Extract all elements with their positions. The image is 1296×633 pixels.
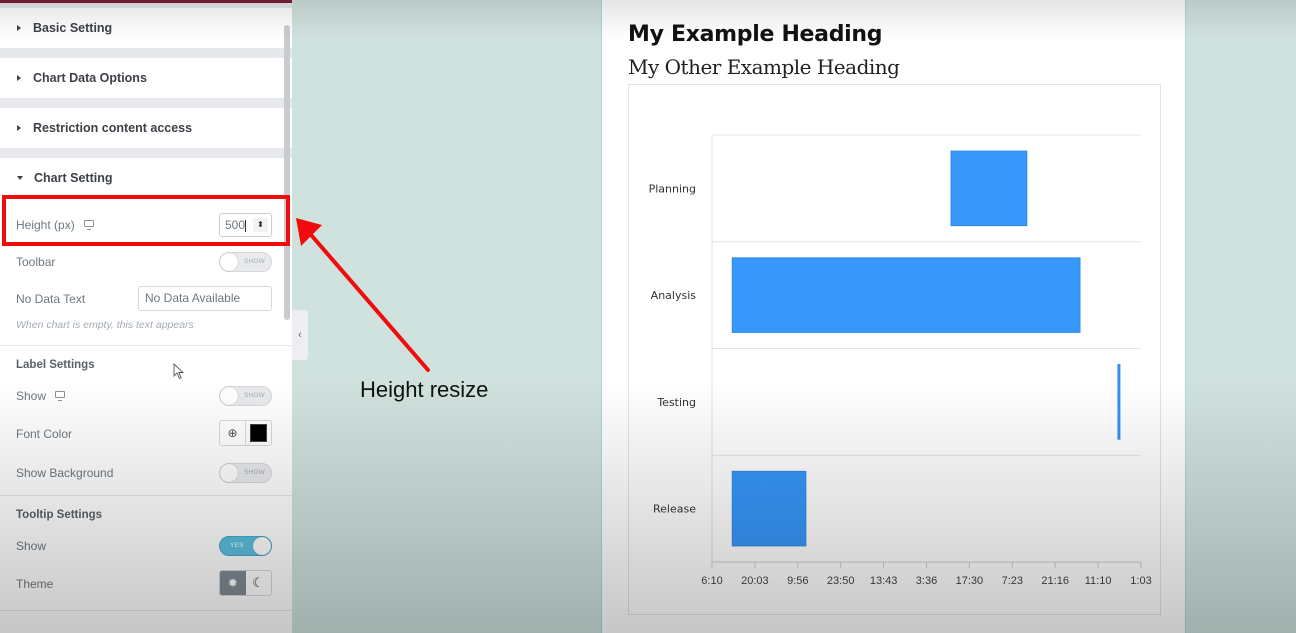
toggle-knob bbox=[220, 386, 238, 405]
section-restriction-content-access[interactable]: Restriction content access bbox=[0, 108, 292, 148]
label-show-label: Show bbox=[16, 388, 47, 403]
range-bar-testing bbox=[1117, 364, 1121, 440]
theme-label: Theme bbox=[16, 577, 54, 591]
font-color-row: Font Color ⊕ bbox=[0, 414, 292, 454]
x-tick-label: 6:10 bbox=[701, 575, 722, 587]
x-tick-label: 21:16 bbox=[1041, 575, 1069, 587]
divider bbox=[0, 610, 292, 611]
toolbar-row: Toolbar SHOW bbox=[0, 243, 292, 280]
theme-switch[interactable]: ✹ ☾ bbox=[219, 570, 272, 596]
x-tick-label: 3:36 bbox=[916, 575, 937, 587]
x-tick-label: 9:56 bbox=[787, 575, 808, 587]
toolbar-label: Toolbar bbox=[16, 254, 56, 269]
y-category-label: Analysis bbox=[651, 289, 697, 302]
caret-down-icon bbox=[17, 176, 23, 180]
caret-right-icon bbox=[17, 25, 21, 31]
no-data-row: No Data Text No Data Available bbox=[0, 280, 292, 317]
sun-icon[interactable]: ✹ bbox=[220, 571, 246, 595]
tooltip-show-row: Show YES bbox=[0, 527, 292, 564]
x-tick-label: 20:03 bbox=[741, 575, 769, 587]
panel-scrollbar[interactable] bbox=[284, 25, 290, 320]
collapse-panel-button[interactable]: ‹ bbox=[292, 310, 308, 360]
toggle-label: SHOW bbox=[243, 468, 265, 476]
y-category-label: Testing bbox=[656, 396, 696, 409]
section-gap bbox=[0, 98, 292, 108]
tooltip-show-label: Show bbox=[16, 538, 47, 553]
globe-icon[interactable]: ⊕ bbox=[220, 421, 246, 445]
toggle-label: YES bbox=[230, 541, 244, 549]
show-background-row: Show Background SHOW bbox=[0, 454, 292, 491]
section-gap bbox=[0, 148, 292, 158]
mouse-pointer-icon bbox=[173, 363, 185, 380]
show-background-toggle[interactable]: SHOW bbox=[219, 462, 272, 483]
color-swatch[interactable] bbox=[250, 424, 267, 442]
section-chart-setting[interactable]: Chart Setting bbox=[0, 158, 292, 198]
toggle-knob bbox=[253, 536, 271, 555]
y-category-label: Planning bbox=[649, 182, 696, 195]
y-category-label: Release bbox=[653, 503, 696, 516]
example-heading: My Example Heading bbox=[628, 22, 883, 47]
section-basic-setting[interactable]: Basic Setting bbox=[0, 8, 292, 48]
moon-icon[interactable]: ☾ bbox=[246, 571, 272, 595]
settings-panel: Basic Setting Chart Data Options Restric… bbox=[0, 0, 292, 633]
highlight-box bbox=[2, 195, 290, 246]
toggle-label: SHOW bbox=[243, 257, 265, 265]
toggle-knob bbox=[220, 463, 238, 482]
show-background-label: Show Background bbox=[16, 465, 114, 480]
no-data-hint: When chart is empty, this text appears bbox=[16, 319, 194, 331]
section-label: Basic Setting bbox=[33, 21, 113, 35]
range-bar-analysis bbox=[731, 257, 1081, 333]
section-label: Restriction content access bbox=[33, 121, 193, 135]
caret-right-icon bbox=[17, 125, 21, 131]
preview-page: My Example Heading My Other Example Head… bbox=[601, 0, 1186, 633]
x-tick-label: 11:10 bbox=[1085, 575, 1112, 587]
section-label: Chart Setting bbox=[34, 171, 113, 185]
desktop-responsive-icon[interactable] bbox=[55, 391, 66, 401]
font-color-label: Font Color bbox=[16, 427, 73, 441]
x-tick-label: 7:23 bbox=[1002, 575, 1023, 587]
annotation-label: Height resize bbox=[360, 377, 489, 402]
toggle-label: SHOW bbox=[243, 391, 265, 399]
tooltip-show-toggle[interactable]: YES bbox=[219, 535, 272, 556]
toggle-knob bbox=[220, 252, 238, 271]
example-subheading: My Other Example Heading bbox=[628, 55, 900, 79]
range-bar-planning bbox=[950, 150, 1028, 227]
range-bar-chart: 6:10 20:03 9:56 23:50 13:43 3:36 17:30 7:23 21:1… bbox=[628, 84, 1161, 615]
chart-svg: 6:10 20:03 9:56 23:50 13:43 3:36 17:30 7:23 21:1… bbox=[649, 134, 1152, 587]
section-label: Chart Data Options bbox=[33, 71, 147, 85]
toolbar-toggle[interactable]: SHOW bbox=[219, 251, 272, 272]
no-data-label: No Data Text bbox=[16, 291, 86, 306]
x-tick-label: 1:03 bbox=[1130, 575, 1151, 587]
range-bar-release bbox=[731, 470, 807, 547]
arrow-shaft bbox=[310, 234, 430, 372]
arrow-head-icon bbox=[296, 218, 322, 246]
x-tick-label: 13:43 bbox=[870, 575, 898, 587]
label-show-row: Show SHOW bbox=[0, 377, 292, 414]
theme-row: Theme ✹ ☾ bbox=[0, 564, 292, 604]
section-gap bbox=[0, 48, 292, 58]
caret-right-icon bbox=[17, 75, 21, 81]
section-chart-data-options[interactable]: Chart Data Options bbox=[0, 58, 292, 98]
no-data-text-input[interactable]: No Data Available bbox=[138, 286, 272, 311]
x-tick-label: 23:50 bbox=[827, 575, 855, 587]
label-show-toggle[interactable]: SHOW bbox=[219, 385, 272, 406]
x-tick-label: 17:30 bbox=[956, 575, 984, 587]
font-color-control[interactable]: ⊕ bbox=[219, 420, 272, 446]
